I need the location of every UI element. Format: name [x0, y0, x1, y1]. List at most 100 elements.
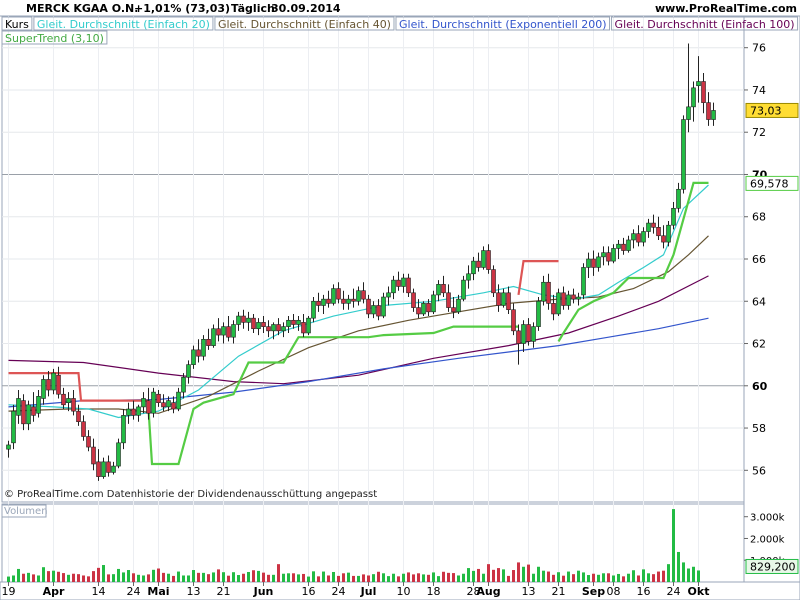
candle-up [641, 231, 646, 243]
candle-up [696, 81, 701, 87]
volume-bar [112, 574, 115, 582]
volume-bar [322, 571, 325, 582]
candle-up [151, 391, 156, 414]
chart-window: Volumen 56 58 60 62 64 66 68 70 72 74 76 3.000k 2.00… [0, 0, 800, 601]
volume-bar [462, 573, 465, 582]
volume-bar [12, 575, 15, 582]
candle-down [301, 322, 306, 334]
volume-bar [477, 568, 480, 582]
candle-up [11, 410, 16, 444]
legend-item: SuperTrend (3,10) [5, 32, 104, 45]
volume-bar [622, 576, 625, 582]
time-tick-label: 14 [92, 585, 106, 598]
candle-up [271, 324, 276, 332]
candle-up [296, 319, 301, 325]
volume-bar [167, 573, 170, 582]
candle-down [81, 421, 86, 437]
candle-up [541, 281, 546, 302]
candle-down [326, 298, 331, 304]
candle-down [266, 326, 271, 332]
volume-bar [217, 569, 220, 582]
volume-bar [422, 574, 425, 582]
volume-bar [77, 574, 80, 582]
candle-up [26, 404, 31, 425]
volume-bar [47, 571, 50, 582]
volume-bar [122, 572, 125, 582]
volume-bar [97, 567, 100, 582]
volume-bar [52, 570, 55, 582]
candle-down [571, 294, 576, 300]
price-chart[interactable]: Volumen 56586062646668707274763.000k2.00… [0, 0, 800, 601]
candle-up [176, 391, 181, 410]
volume-bar [332, 571, 335, 582]
candle-down [361, 290, 366, 300]
candle-down [486, 250, 491, 270]
volume-bar [612, 575, 615, 582]
price-tick-label: 58 [752, 422, 766, 435]
volume-bar [162, 572, 165, 582]
time-tick-label: Okt [688, 585, 710, 598]
candle-down [491, 269, 496, 294]
candle-up [386, 292, 391, 298]
price-tick-label: 60 [752, 380, 768, 393]
volume-bar [637, 575, 640, 582]
candle-down [661, 235, 666, 243]
candle-down [591, 258, 596, 268]
volume-bar [237, 575, 240, 582]
volume-bar [417, 573, 420, 582]
volume-bar [467, 568, 470, 582]
legend-item: Gleit. Durchschnitt (Exponentiell 200) [399, 18, 607, 31]
price-tick-label: 76 [752, 42, 766, 55]
volume-bar [337, 575, 340, 582]
price-tick-label: 56 [752, 464, 766, 477]
price-tick-label: 64 [752, 295, 766, 308]
volume-bar [352, 575, 355, 582]
volume-bar [362, 574, 365, 582]
candle-down [606, 252, 611, 262]
volume-bar [432, 572, 435, 582]
volume-bar [597, 574, 600, 582]
candle-down [146, 400, 151, 414]
time-tick-label: 16 [302, 585, 316, 598]
volume-bar [697, 570, 700, 582]
price-tick-label: 68 [752, 211, 766, 224]
time-tick-label: 13 [522, 585, 536, 598]
candle-up [461, 279, 466, 300]
candle-up [646, 222, 651, 232]
last-price-label: 73,03 [750, 104, 782, 117]
volume-bar [302, 573, 305, 582]
volume-bar [222, 572, 225, 582]
volume-bar [17, 568, 20, 582]
volume-bar [402, 573, 405, 582]
volume-bar [522, 566, 525, 582]
candle-up [586, 258, 591, 268]
candle-down [706, 102, 711, 120]
candle-up [186, 364, 191, 378]
volume-bar [527, 564, 530, 582]
volume-bar [547, 571, 550, 582]
volume-bar [592, 573, 595, 582]
candle-up [356, 290, 361, 302]
time-tick-label: Mai [147, 585, 169, 598]
candle-up [236, 315, 241, 325]
candle-up [711, 110, 716, 120]
candle-up [66, 398, 71, 403]
candle-down [701, 81, 706, 103]
candle-up [691, 87, 696, 108]
volume-bar [387, 576, 390, 582]
volume-bar [7, 576, 10, 582]
volume-bar [42, 567, 45, 582]
volume-bar [632, 570, 635, 582]
candle-up [626, 239, 631, 251]
candle-up [286, 319, 291, 327]
legend-item: Gleit. Durchschnitt (Einfach 20) [37, 18, 210, 31]
volume-bar [692, 566, 695, 582]
candle-up [231, 324, 236, 338]
candle-up [111, 465, 116, 473]
candle-down [351, 298, 356, 302]
volume-bar [607, 573, 610, 582]
candle-up [481, 250, 486, 268]
date-label: 30.09.2014 [271, 2, 341, 15]
volume-bar [557, 572, 560, 582]
candle-down [96, 461, 101, 477]
